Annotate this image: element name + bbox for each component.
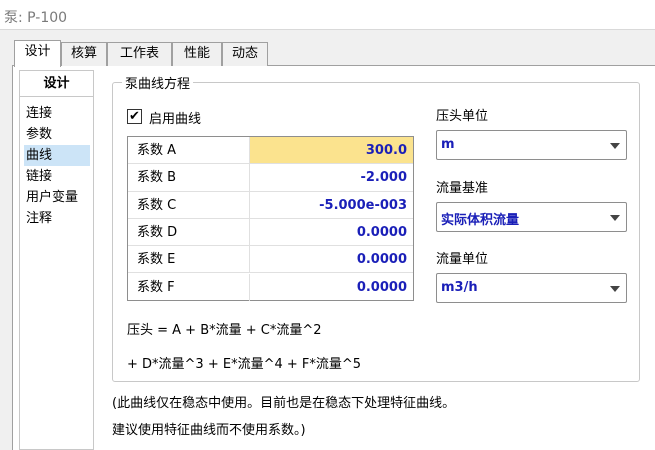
nav-item-parameters[interactable]: 参数 — [24, 124, 90, 145]
coefficient-label: 系数 B — [128, 164, 250, 191]
coefficient-grid: 系数 A 300.0 系数 B -2.000 系数 C -5.000e-003 … — [127, 136, 414, 301]
nav-item-connections[interactable]: 连接 — [24, 103, 90, 124]
coefficient-label: 系数 A — [128, 137, 250, 164]
nav-header: 设计 — [20, 71, 93, 97]
chevron-down-icon[interactable] — [610, 143, 620, 149]
coefficient-value[interactable]: -2.000 — [250, 164, 413, 190]
flow-basis-label: 流量基准 — [436, 181, 489, 196]
tab-design[interactable]: 设计 — [14, 40, 61, 67]
coefficient-row[interactable]: 系数 E 0.0000 — [128, 246, 413, 274]
nav-item-curves[interactable]: 曲线 — [24, 145, 90, 166]
formula-line-1: 压头 = A + B*流量 + C*流量^2 — [127, 323, 322, 338]
coefficient-value[interactable]: -5.000e-003 — [250, 192, 413, 218]
head-unit-select[interactable]: m — [436, 130, 627, 160]
group-title: 泵曲线方程 — [122, 73, 194, 92]
window-title: 泵: P-100 — [4, 10, 68, 26]
flow-unit-select[interactable]: m3/h — [436, 273, 627, 303]
tab-rating[interactable]: 核算 — [61, 42, 107, 66]
nav-item-user-variables[interactable]: 用户变量 — [24, 187, 90, 208]
coefficient-value[interactable]: 0.0000 — [250, 246, 413, 272]
flow-basis-value: 实际体积流量 — [441, 213, 520, 228]
enable-curve-label: 启用曲线 — [149, 112, 202, 127]
tab-performance[interactable]: 性能 — [172, 42, 222, 66]
design-nav: 设计 连接 参数 曲线 链接 用户变量 注释 — [19, 70, 94, 450]
coefficient-label: 系数 D — [128, 218, 250, 246]
chevron-down-icon[interactable] — [610, 215, 620, 221]
flow-unit-value: m3/h — [441, 280, 478, 295]
coefficient-row[interactable]: 系数 A 300.0 — [128, 137, 413, 165]
nav-item-notes[interactable]: 注释 — [24, 208, 90, 229]
tab-worksheet[interactable]: 工作表 — [107, 42, 172, 66]
coefficient-row[interactable]: 系数 F 0.0000 — [128, 273, 413, 301]
coefficient-row[interactable]: 系数 C -5.000e-003 — [128, 191, 413, 219]
chevron-down-icon[interactable] — [610, 286, 620, 292]
usage-note-line-2: 建议使用特征曲线而不使用系数。) — [112, 423, 306, 438]
title-bar: 泵: P-100 — [0, 0, 655, 30]
coefficient-value[interactable]: 300.0 — [250, 137, 413, 164]
checkmark-icon: ✔ — [129, 109, 140, 124]
coefficient-label: 系数 F — [128, 273, 250, 301]
coefficient-value[interactable]: 0.0000 — [250, 219, 413, 245]
usage-note-line-1: (此曲线仅在稳态中使用。目前也是在稳态下处理特征曲线。 — [112, 396, 456, 411]
coefficient-label: 系数 E — [128, 246, 250, 273]
enable-curve-checkbox[interactable]: ✔ — [127, 109, 142, 124]
coefficient-row[interactable]: 系数 B -2.000 — [128, 164, 413, 192]
head-unit-label: 压头单位 — [436, 109, 489, 124]
flow-unit-label: 流量单位 — [436, 252, 489, 267]
coefficient-row[interactable]: 系数 D 0.0000 — [128, 218, 413, 247]
flow-basis-select[interactable]: 实际体积流量 — [436, 202, 627, 232]
formula-line-2: + D*流量^3 + E*流量^4 + F*流量^5 — [127, 357, 362, 372]
head-unit-value: m — [441, 137, 455, 152]
nav-item-links[interactable]: 链接 — [24, 166, 90, 187]
tab-dynamics[interactable]: 动态 — [222, 42, 268, 66]
coefficient-value[interactable]: 0.0000 — [250, 274, 413, 301]
coefficient-label: 系数 C — [128, 191, 250, 218]
